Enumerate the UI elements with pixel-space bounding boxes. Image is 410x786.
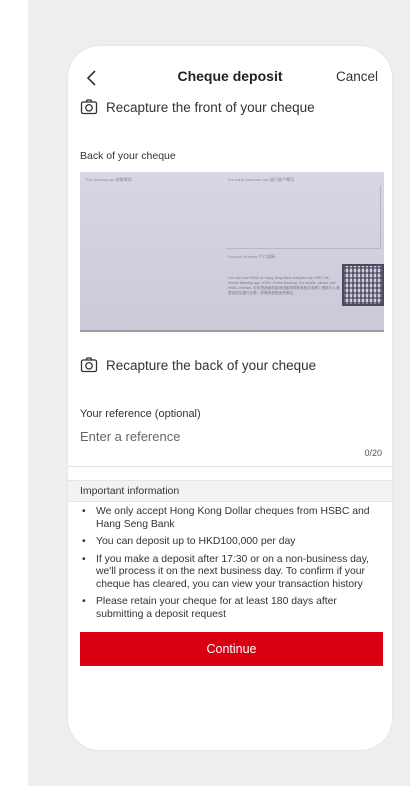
important-info-list: • We only accept Hong Kong Dollar cheque… [80, 506, 384, 626]
cheque-clearing-text: For clearing use 結算專用 [86, 177, 132, 182]
phone-screen: Cheque deposit Cancel Recapture the fron… [68, 46, 392, 750]
recapture-front-label: Recapture the front of your cheque [106, 99, 315, 115]
continue-button[interactable]: Continue [80, 632, 383, 666]
bullet: • [82, 506, 86, 517]
bullet: • [82, 553, 86, 565]
bullet: • [82, 596, 86, 607]
info-item-text: We only accept Hong Kong Dollar cheques … [96, 506, 370, 530]
list-item: • You can deposit up to HKD100,000 per d… [80, 536, 384, 549]
reference-label: Your reference (optional) [80, 408, 201, 420]
cheque-back-image: For clearing use 結算專用 For bank customer … [80, 172, 384, 332]
cheque-customer-box [226, 186, 381, 249]
back-of-cheque-label: Back of your cheque [80, 150, 176, 162]
info-item-text: Please retain your cheque for at least 1… [96, 596, 337, 620]
recapture-back-label: Recapture the back of your cheque [106, 357, 317, 373]
important-info-heading: Important information [80, 485, 180, 497]
list-item: • If you make a deposit after 17:30 or o… [80, 554, 384, 592]
recapture-front-button[interactable]: Recapture the front of your cheque [80, 96, 315, 118]
reference-input[interactable] [80, 426, 380, 446]
important-info-header: Important information [68, 480, 392, 502]
recapture-back-button[interactable]: Recapture the back of your cheque [80, 354, 316, 376]
camera-icon [80, 357, 98, 373]
cheque-fine-print: You can now HSBC or Hang Seng Bank chequ… [228, 276, 340, 295]
info-item-text: If you make a deposit after 17:30 or on … [96, 553, 370, 590]
qr-code [342, 264, 384, 306]
bullet: • [82, 536, 86, 547]
info-item-text: You can deposit up to HKD100,000 per day [96, 536, 296, 547]
reference-counter: 0/20 [364, 448, 382, 458]
cheque-customer-use-text: For bank customer use 銀行客戶專用 [228, 177, 295, 182]
list-item: • We only accept Hong Kong Dollar cheque… [80, 506, 384, 531]
cancel-button[interactable]: Cancel [336, 69, 378, 84]
list-item: • Please retain your cheque for at least… [80, 596, 384, 621]
cheque-account-text: Account Number 戶口號碼 [228, 254, 275, 259]
camera-icon [80, 99, 98, 115]
reference-divider [68, 466, 392, 467]
